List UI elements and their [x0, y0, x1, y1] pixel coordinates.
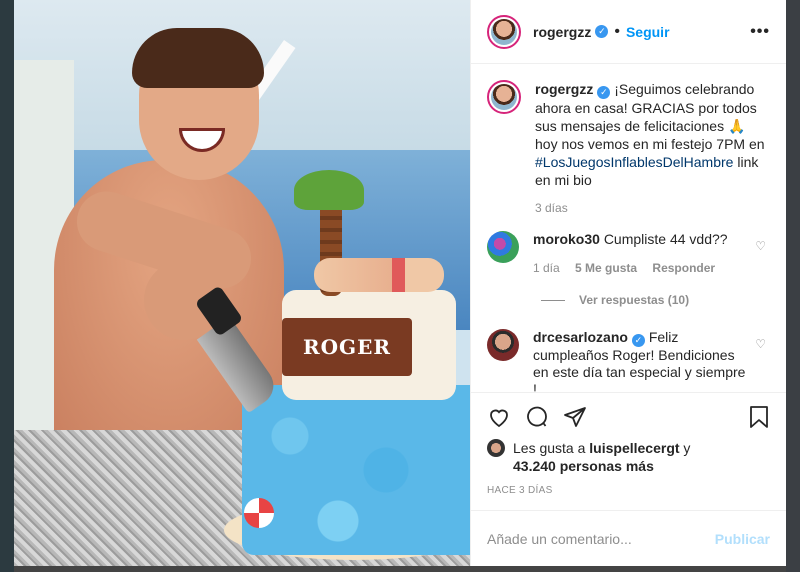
post-actions: Les gusta a luispellecergt y 43.240 pers… — [471, 392, 786, 510]
comment-username[interactable]: moroko30 — [533, 231, 600, 247]
caption-hashtag-link[interactable]: #LosJuegosInflablesDelHambre — [535, 154, 733, 170]
comment-likes[interactable]: 5 Me gusta — [575, 261, 637, 275]
photo-beach-ball — [244, 498, 274, 528]
comment-body: drcesarlozano ✓ Feliz cumpleaños Roger! B… — [533, 329, 747, 392]
photo-man-hair — [132, 28, 264, 88]
caption-avatar[interactable] — [487, 80, 521, 114]
replies-line — [541, 299, 565, 301]
comments-section[interactable]: rogergzz ✓ ¡Seguimos celebrando ahora en … — [471, 64, 786, 392]
comment-meta: 1 día 5 Me gusta Responder — [533, 260, 747, 277]
posted-ago: HACE 3 DÍAS — [487, 485, 553, 496]
comment-input[interactable]: Añade un comentario... — [487, 531, 632, 547]
post-photo[interactable]: ROGER — [14, 0, 470, 566]
comment-like-heart-icon[interactable]: ♡ — [755, 239, 766, 253]
caption-username[interactable]: rogergzz — [535, 81, 593, 97]
author-avatar[interactable] — [487, 14, 521, 49]
comment-text: Cumpliste 44 vdd?? — [603, 231, 728, 247]
bookmark-icon[interactable] — [748, 405, 770, 429]
photo-cake-bottom-tier — [242, 385, 470, 555]
author-username[interactable]: rogergzz — [533, 24, 591, 40]
action-icons — [487, 401, 770, 433]
comment-item: drcesarlozano ✓ Feliz cumpleaños Roger! B… — [487, 329, 770, 392]
photo-cake-figure — [314, 258, 444, 292]
caption-time: 3 días — [535, 201, 568, 215]
comment-username[interactable]: drcesarlozano — [533, 329, 628, 345]
caption-text: rogergzz ✓ ¡Seguimos celebrando ahora en … — [535, 80, 765, 189]
likes-text: Les gusta a luispellecergt y 43.240 pers… — [513, 439, 690, 475]
likes-conj: y — [679, 440, 691, 456]
post-modal: ROGER rogergzz ✓ • Seguir ••• rogergzz ✓ … — [14, 0, 786, 566]
commenter-avatar[interactable] — [487, 231, 519, 263]
verified-icon: ✓ — [631, 334, 645, 347]
likes-summary: Les gusta a luispellecergt y 43.240 pers… — [487, 439, 770, 475]
post-header: rogergzz ✓ • Seguir ••• — [471, 0, 786, 64]
photo-palm-leaves — [294, 170, 364, 210]
view-replies-label: Ver respuestas (10) — [579, 293, 690, 307]
separator-dot: • — [614, 22, 620, 40]
comment-item: moroko30 Cumpliste 44 vdd?? 1 día 5 Me g… — [487, 231, 770, 277]
more-options-icon[interactable]: ••• — [750, 23, 770, 41]
follow-button[interactable]: Seguir — [626, 24, 670, 40]
comment-body: moroko30 Cumpliste 44 vdd?? 1 día 5 Me g… — [533, 231, 747, 277]
view-replies-button[interactable]: Ver respuestas (10) — [541, 293, 770, 307]
likes-prefix: Les gusta a — [513, 440, 590, 456]
liker-avatar[interactable] — [487, 439, 505, 457]
comment-time: 1 día — [533, 261, 560, 275]
heart-icon[interactable] — [487, 405, 511, 429]
comment-icon[interactable] — [525, 405, 549, 429]
verified-icon: ✓ — [597, 86, 611, 99]
commenter-avatar[interactable] — [487, 329, 519, 361]
add-comment-bar: Añade un comentario... Publicar — [471, 510, 786, 566]
post-side-panel: rogergzz ✓ • Seguir ••• rogergzz ✓ ¡Segui… — [470, 0, 786, 566]
comment-like-heart-icon[interactable]: ♡ — [755, 337, 766, 351]
publish-button[interactable]: Publicar — [715, 531, 770, 547]
share-icon[interactable] — [563, 405, 587, 429]
caption: rogergzz ✓ ¡Seguimos celebrando ahora en … — [487, 80, 770, 189]
verified-icon: ✓ — [595, 25, 609, 38]
photo-cake-sign: ROGER — [282, 318, 412, 376]
liker-username[interactable]: luispellecergt — [589, 440, 679, 456]
reply-button[interactable]: Responder — [652, 261, 715, 275]
likes-count-link[interactable]: 43.240 personas más — [513, 458, 654, 474]
